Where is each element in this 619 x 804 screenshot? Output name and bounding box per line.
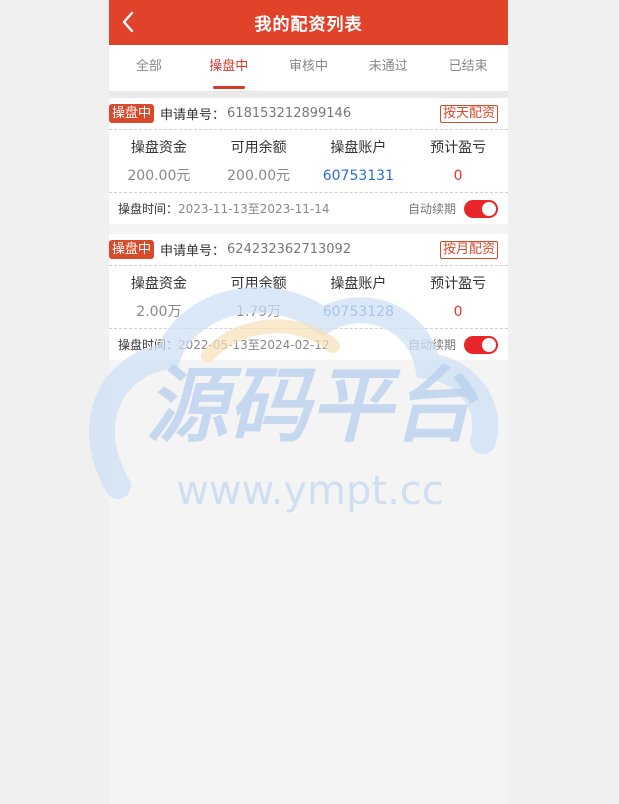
stat-value: 1.79万: [236, 304, 282, 320]
stat-balance: 可用余额 1.79万: [209, 272, 309, 328]
stat-header: 操盘资金: [130, 140, 187, 156]
account-link[interactable]: 60753131: [309, 160, 409, 192]
stat-header: 操盘账户: [330, 140, 387, 156]
stat-value: 200.00元: [127, 168, 191, 184]
toggle-knob: [482, 201, 496, 216]
card-stats: 操盘资金 200.00元 可用余额 200.00元 操盘账户 60753131 …: [109, 130, 508, 192]
tab-trading[interactable]: 操盘中: [189, 45, 269, 91]
card-stats: 操盘资金 2.00万 可用余额 1.79万 操盘账户 60753128 预计盈亏…: [109, 266, 508, 328]
auto-renew-toggle[interactable]: [464, 335, 498, 354]
stat-account: 操盘账户 60753131: [309, 136, 409, 192]
tab-all[interactable]: 全部: [109, 45, 189, 91]
status-badge: 操盘中: [109, 104, 155, 123]
order-label: 申请单号：: [160, 108, 226, 123]
stat-value: 0: [453, 304, 463, 320]
stat-header: 可用余额: [230, 276, 287, 292]
stat-profit: 预计盈亏 0: [408, 272, 508, 328]
chevron-left-icon[interactable]: [121, 8, 141, 36]
order-label: 申请单号：: [160, 244, 226, 259]
list-item[interactable]: 操盘中 申请单号： 624232362713092 按月配资 操盘资金 2.00…: [109, 234, 508, 360]
card-header: 操盘中 申请单号： 624232362713092 按月配资: [109, 234, 508, 266]
time-range: 2023-11-13至2023-11-14: [178, 202, 330, 216]
order-number: 618153212899146: [227, 106, 352, 121]
stat-header: 操盘账户: [330, 276, 387, 292]
toggle-knob: [482, 337, 496, 352]
stat-header: 操盘资金: [130, 276, 187, 292]
stat-profit: 预计盈亏 0: [408, 136, 508, 192]
time-label: 操盘时间：: [118, 202, 179, 216]
order-number: 624232362713092: [227, 242, 352, 257]
stat-header: 可用余额: [230, 140, 287, 156]
stat-value: 0: [453, 168, 463, 184]
auto-renew-toggle[interactable]: [464, 199, 498, 218]
auto-renew-label: 自动续期: [407, 202, 456, 216]
stat-header: 预计盈亏: [430, 276, 487, 292]
top-bar: 我的配资列表: [109, 0, 508, 45]
status-tabs: 全部 操盘中 审核中 未通过 已结束: [109, 45, 508, 92]
tab-ended[interactable]: 已结束: [428, 45, 508, 91]
app-screen: 我的配资列表 全部 操盘中 审核中 未通过 已结束 操盘中 申请单号： 6181…: [109, 0, 508, 804]
stat-balance: 可用余额 200.00元: [209, 136, 309, 192]
card-header: 操盘中 申请单号： 618153212899146 按天配资: [109, 98, 508, 130]
stat-capital: 操盘资金 200.00元: [109, 136, 209, 192]
type-tag: 按天配资: [439, 104, 498, 123]
auto-renew-label: 自动续期: [407, 338, 456, 352]
stat-value: 2.00万: [136, 304, 182, 320]
tab-reviewing[interactable]: 审核中: [269, 45, 349, 91]
card-footer: 操盘时间： 2023-11-13至2023-11-14 自动续期: [109, 192, 508, 224]
stat-header: 预计盈亏: [430, 140, 487, 156]
list-item[interactable]: 操盘中 申请单号： 618153212899146 按天配资 操盘资金 200.…: [109, 98, 508, 224]
status-badge: 操盘中: [109, 240, 155, 259]
time-label: 操盘时间：: [118, 338, 179, 352]
stat-capital: 操盘资金 2.00万: [109, 272, 209, 328]
time-range: 2022-05-13至2024-02-12: [178, 338, 330, 352]
account-link[interactable]: 60753128: [309, 296, 409, 328]
card-footer: 操盘时间： 2022-05-13至2024-02-12 自动续期: [109, 328, 508, 360]
stat-account: 操盘账户 60753128: [309, 272, 409, 328]
tab-rejected[interactable]: 未通过: [348, 45, 428, 91]
type-tag: 按月配资: [439, 240, 498, 259]
stat-value: 200.00元: [227, 168, 291, 184]
page-title: 我的配资列表: [254, 15, 363, 35]
